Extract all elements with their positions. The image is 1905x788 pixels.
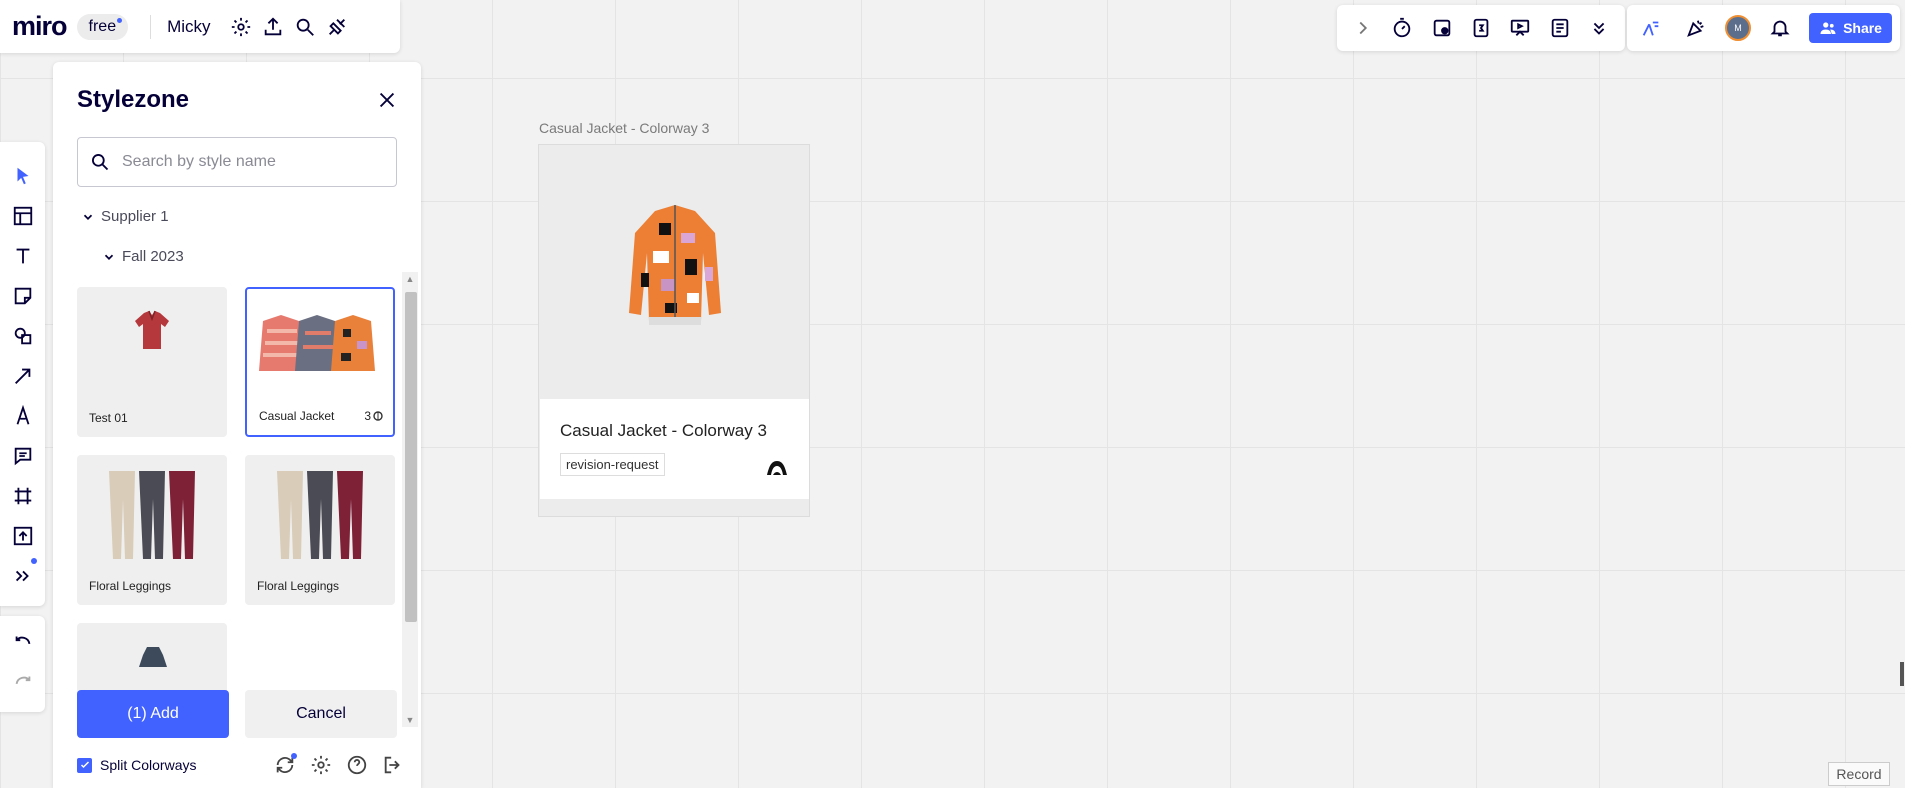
frame-icon[interactable]: [7, 476, 39, 516]
top-bar-tools: [1337, 5, 1625, 51]
present-icon[interactable]: [1504, 12, 1536, 44]
style-card[interactable]: Test 01: [77, 287, 227, 437]
logout-icon[interactable]: [379, 751, 407, 779]
calendar-icon[interactable]: [1465, 12, 1497, 44]
style-card[interactable]: Floral Leggings: [245, 455, 395, 605]
polo-shirt-image: [135, 310, 169, 349]
templates-icon[interactable]: [7, 196, 39, 236]
chevrons-down-icon[interactable]: [1583, 12, 1615, 44]
panel-footer: Split Colorways: [77, 750, 407, 780]
footer-icons: [271, 751, 407, 779]
divider: [150, 14, 152, 39]
close-icon[interactable]: [371, 84, 403, 116]
leggings-image: [109, 471, 195, 559]
search-icon[interactable]: [289, 11, 321, 43]
text-icon[interactable]: [7, 236, 39, 276]
supplier-label: Supplier 1: [101, 208, 169, 225]
record-button[interactable]: Record: [1828, 762, 1890, 786]
settings-icon[interactable]: [225, 11, 257, 43]
sticky-note-icon[interactable]: [7, 276, 39, 316]
stylezone-header: Stylezone: [77, 84, 403, 116]
card-label: Test 01: [89, 411, 128, 425]
top-bar-collab: M Share: [1627, 5, 1900, 51]
undo-redo-bar: [0, 616, 45, 712]
redo-icon[interactable]: [7, 666, 39, 698]
scroll-up-icon[interactable]: ▲: [405, 274, 415, 284]
style-card-selected[interactable]: Casual Jacket 3: [245, 287, 395, 437]
style-frame[interactable]: Casual Jacket - Colorway 3 revision-requ…: [538, 144, 810, 517]
status-tag[interactable]: revision-request: [560, 453, 665, 476]
tree-supplier[interactable]: Supplier 1: [81, 208, 169, 225]
gear-icon[interactable]: [307, 751, 335, 779]
plan-dot: [117, 17, 123, 23]
colorway-icon: [373, 411, 383, 421]
plan-label: free: [88, 17, 117, 35]
export-icon[interactable]: [257, 11, 289, 43]
split-colorways-toggle[interactable]: Split Colorways: [77, 757, 196, 773]
stylezone-panel: Stylezone Supplier 1 Fall 2023 Test 01: [53, 62, 421, 788]
share-button[interactable]: Share: [1809, 13, 1892, 43]
panel-title: Stylezone: [77, 86, 190, 113]
search-box: [77, 137, 397, 187]
miro-logo[interactable]: miro: [12, 11, 68, 42]
notification-dot: [291, 753, 297, 759]
help-icon[interactable]: [343, 751, 371, 779]
chevron-down-icon: [83, 214, 93, 220]
frame-info: Casual Jacket - Colorway 3 revision-requ…: [540, 399, 809, 499]
upload-icon[interactable]: [7, 516, 39, 556]
arrow-icon[interactable]: [7, 356, 39, 396]
share-label: Share: [1843, 20, 1882, 36]
resize-handle[interactable]: [1900, 662, 1904, 686]
shapes-icon[interactable]: [7, 316, 39, 356]
card-label: Floral Leggings: [89, 579, 172, 593]
colorway-count: 3: [364, 409, 383, 423]
chevron-right-icon[interactable]: [1347, 12, 1379, 44]
top-bar-left: miro free Micky: [0, 0, 400, 53]
scroll-down-icon[interactable]: ▼: [405, 715, 415, 725]
bell-icon[interactable]: [1764, 12, 1796, 44]
season-label: Fall 2023: [122, 248, 184, 265]
card-label: Floral Leggings: [257, 579, 340, 593]
more-apps-icon[interactable]: [7, 556, 39, 596]
leggings-image: [277, 471, 363, 559]
search-input[interactable]: [122, 153, 382, 171]
style-grid: Test 01 Casual Jacket 3 Floral Leggings …: [77, 287, 397, 727]
lululemon-logo-icon: [767, 461, 787, 475]
reactions-icon[interactable]: [1635, 12, 1667, 44]
notification-dot: [30, 558, 37, 564]
chevron-down-icon: [104, 254, 114, 260]
add-button[interactable]: (1) Add: [77, 690, 229, 738]
split-colorways-label: Split Colorways: [100, 757, 197, 773]
users-icon: [1820, 22, 1836, 34]
tree-season[interactable]: Fall 2023: [102, 248, 184, 265]
plugin-icon[interactable]: [321, 11, 353, 43]
search-icon: [92, 154, 109, 171]
jackets-image: [259, 315, 375, 371]
avatar[interactable]: M: [1725, 15, 1752, 41]
undo-icon[interactable]: [7, 626, 39, 658]
select-cursor-icon[interactable]: [7, 156, 39, 196]
scroll-thumb[interactable]: [405, 292, 417, 622]
left-toolbar: [0, 142, 45, 606]
garment-image: [139, 647, 167, 667]
jacket-image: [629, 205, 721, 325]
celebrate-icon[interactable]: [1680, 12, 1712, 44]
notes-icon[interactable]: [1544, 12, 1576, 44]
sticky-vote-icon[interactable]: [1426, 12, 1458, 44]
timer-icon[interactable]: [1386, 12, 1418, 44]
pen-icon[interactable]: [7, 396, 39, 436]
card-label: Casual Jacket: [259, 409, 335, 423]
checkbox[interactable]: [77, 757, 92, 773]
style-name: Casual Jacket - Colorway 3: [560, 421, 767, 440]
board-name[interactable]: Micky: [159, 17, 218, 37]
comment-icon[interactable]: [7, 436, 39, 476]
frame-title[interactable]: Casual Jacket - Colorway 3: [539, 120, 709, 136]
style-card[interactable]: Floral Leggings: [77, 455, 227, 605]
sync-icon[interactable]: [271, 751, 299, 779]
cancel-button[interactable]: Cancel: [245, 690, 397, 738]
count-value: 3: [364, 409, 371, 423]
scrollbar[interactable]: ▲ ▼: [402, 272, 418, 727]
checkmark-icon: [80, 761, 89, 769]
plan-badge[interactable]: free: [76, 13, 129, 40]
